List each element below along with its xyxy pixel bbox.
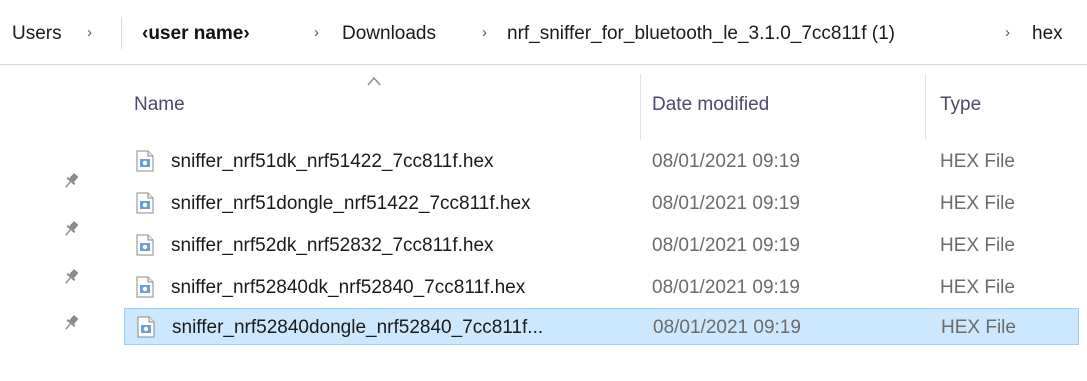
hex-file-icon	[136, 192, 154, 214]
file-date: 08/01/2021 09:19	[652, 193, 800, 214]
breadcrumb-users[interactable]: Users	[12, 23, 62, 45]
file-type: HEX File	[940, 151, 1015, 172]
hex-file-icon	[136, 150, 154, 172]
file-row[interactable]: sniffer_nrf51dk_nrf51422_7cc811f.hex 08/…	[124, 143, 1079, 180]
breadcrumb-user-name[interactable]: ‹user name›	[142, 23, 250, 45]
file-row[interactable]: sniffer_nrf52840dk_nrf52840_7cc811f.hex …	[124, 269, 1079, 306]
file-name: sniffer_nrf52840dongle_nrf52840_7cc811f.…	[172, 317, 544, 338]
column-header-row: Name Date modified Type	[0, 64, 1087, 140]
breadcrumb-downloads[interactable]: Downloads	[342, 23, 436, 45]
file-date: 08/01/2021 09:19	[652, 277, 800, 298]
file-date: 08/01/2021 09:19	[652, 151, 800, 172]
breadcrumb-divider	[121, 17, 122, 49]
breadcrumb-current[interactable]: hex	[1032, 23, 1063, 45]
file-row-selected[interactable]: sniffer_nrf52840dongle_nrf52840_7cc811f.…	[124, 308, 1079, 345]
chevron-right-icon[interactable]: ›	[482, 24, 487, 41]
pin-icon[interactable]	[62, 172, 80, 190]
pin-icon[interactable]	[62, 314, 80, 332]
chevron-right-icon[interactable]: ›	[1005, 24, 1010, 41]
hex-file-icon	[136, 234, 154, 256]
pin-icon[interactable]	[62, 220, 80, 238]
file-date: 08/01/2021 09:19	[652, 235, 800, 256]
file-name: sniffer_nrf52840dk_nrf52840_7cc811f.hex	[171, 277, 526, 298]
chevron-right-icon[interactable]: ›	[314, 24, 319, 41]
pin-icon[interactable]	[62, 268, 80, 286]
file-type: HEX File	[940, 277, 1015, 298]
file-row[interactable]: sniffer_nrf52dk_nrf52832_7cc811f.hex 08/…	[124, 227, 1079, 264]
hex-file-icon	[136, 276, 154, 298]
column-divider[interactable]	[640, 74, 641, 140]
file-name: sniffer_nrf51dongle_nrf51422_7cc811f.hex	[171, 193, 531, 214]
file-name: sniffer_nrf51dk_nrf51422_7cc811f.hex	[171, 151, 494, 172]
chevron-right-icon[interactable]: ›	[87, 24, 92, 41]
breadcrumb-folder[interactable]: nrf_sniffer_for_bluetooth_le_3.1.0_7cc81…	[507, 23, 895, 45]
column-header-name[interactable]: Name	[134, 94, 185, 116]
file-date: 08/01/2021 09:19	[653, 317, 801, 338]
file-row[interactable]: sniffer_nrf51dongle_nrf51422_7cc811f.hex…	[124, 185, 1079, 222]
breadcrumb: Users › ‹user name› › Downloads › nrf_sn…	[0, 0, 1087, 65]
file-type: HEX File	[940, 193, 1015, 214]
file-type: HEX File	[940, 235, 1015, 256]
column-header-type[interactable]: Type	[940, 94, 981, 116]
hex-file-icon	[137, 316, 155, 338]
column-header-date-modified[interactable]: Date modified	[652, 94, 769, 116]
file-name: sniffer_nrf52dk_nrf52832_7cc811f.hex	[171, 235, 494, 256]
file-type: HEX File	[941, 317, 1016, 338]
column-divider[interactable]	[925, 74, 926, 140]
sort-ascending-icon	[367, 76, 381, 86]
